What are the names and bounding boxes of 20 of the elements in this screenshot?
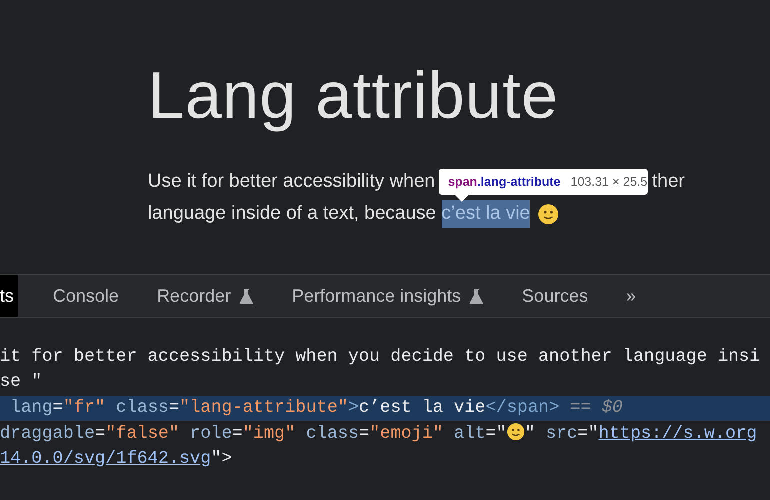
tooltip-size: 103.31 × 25.5 (570, 174, 648, 191)
devtools-tab[interactable]: Recorder (138, 275, 274, 317)
paragraph-text: Use it for better accessibility when (148, 170, 436, 194)
paragraph-text: language inside of a text, because (148, 202, 438, 226)
devtools-tab[interactable]: Performance insights (273, 275, 504, 317)
highlighted-text: c’est la vie (442, 200, 530, 228)
code-line: 14.0.0/svg/1f642.svg"> (0, 448, 234, 471)
devtools-tab[interactable]: Console (34, 275, 138, 317)
flask-icon (469, 288, 484, 304)
code-line: it for better accessibility when you decide to use another language insi (0, 346, 762, 369)
devtools-tab[interactable]: ts (0, 275, 18, 317)
flask-icon (239, 288, 254, 304)
smiley-icon (506, 423, 525, 441)
more-tabs-button[interactable]: » (607, 275, 656, 317)
tooltip-selector: span.lang-attribute (448, 174, 561, 191)
paragraph-text: ther (652, 170, 685, 194)
code-line: se " (0, 371, 44, 394)
smiley-icon (538, 204, 560, 224)
code-line: draggable="false" role="img" class="emoji" alt=" " src="https://s.w.org (0, 422, 758, 446)
devtools-tab[interactable]: Sources (503, 275, 608, 317)
